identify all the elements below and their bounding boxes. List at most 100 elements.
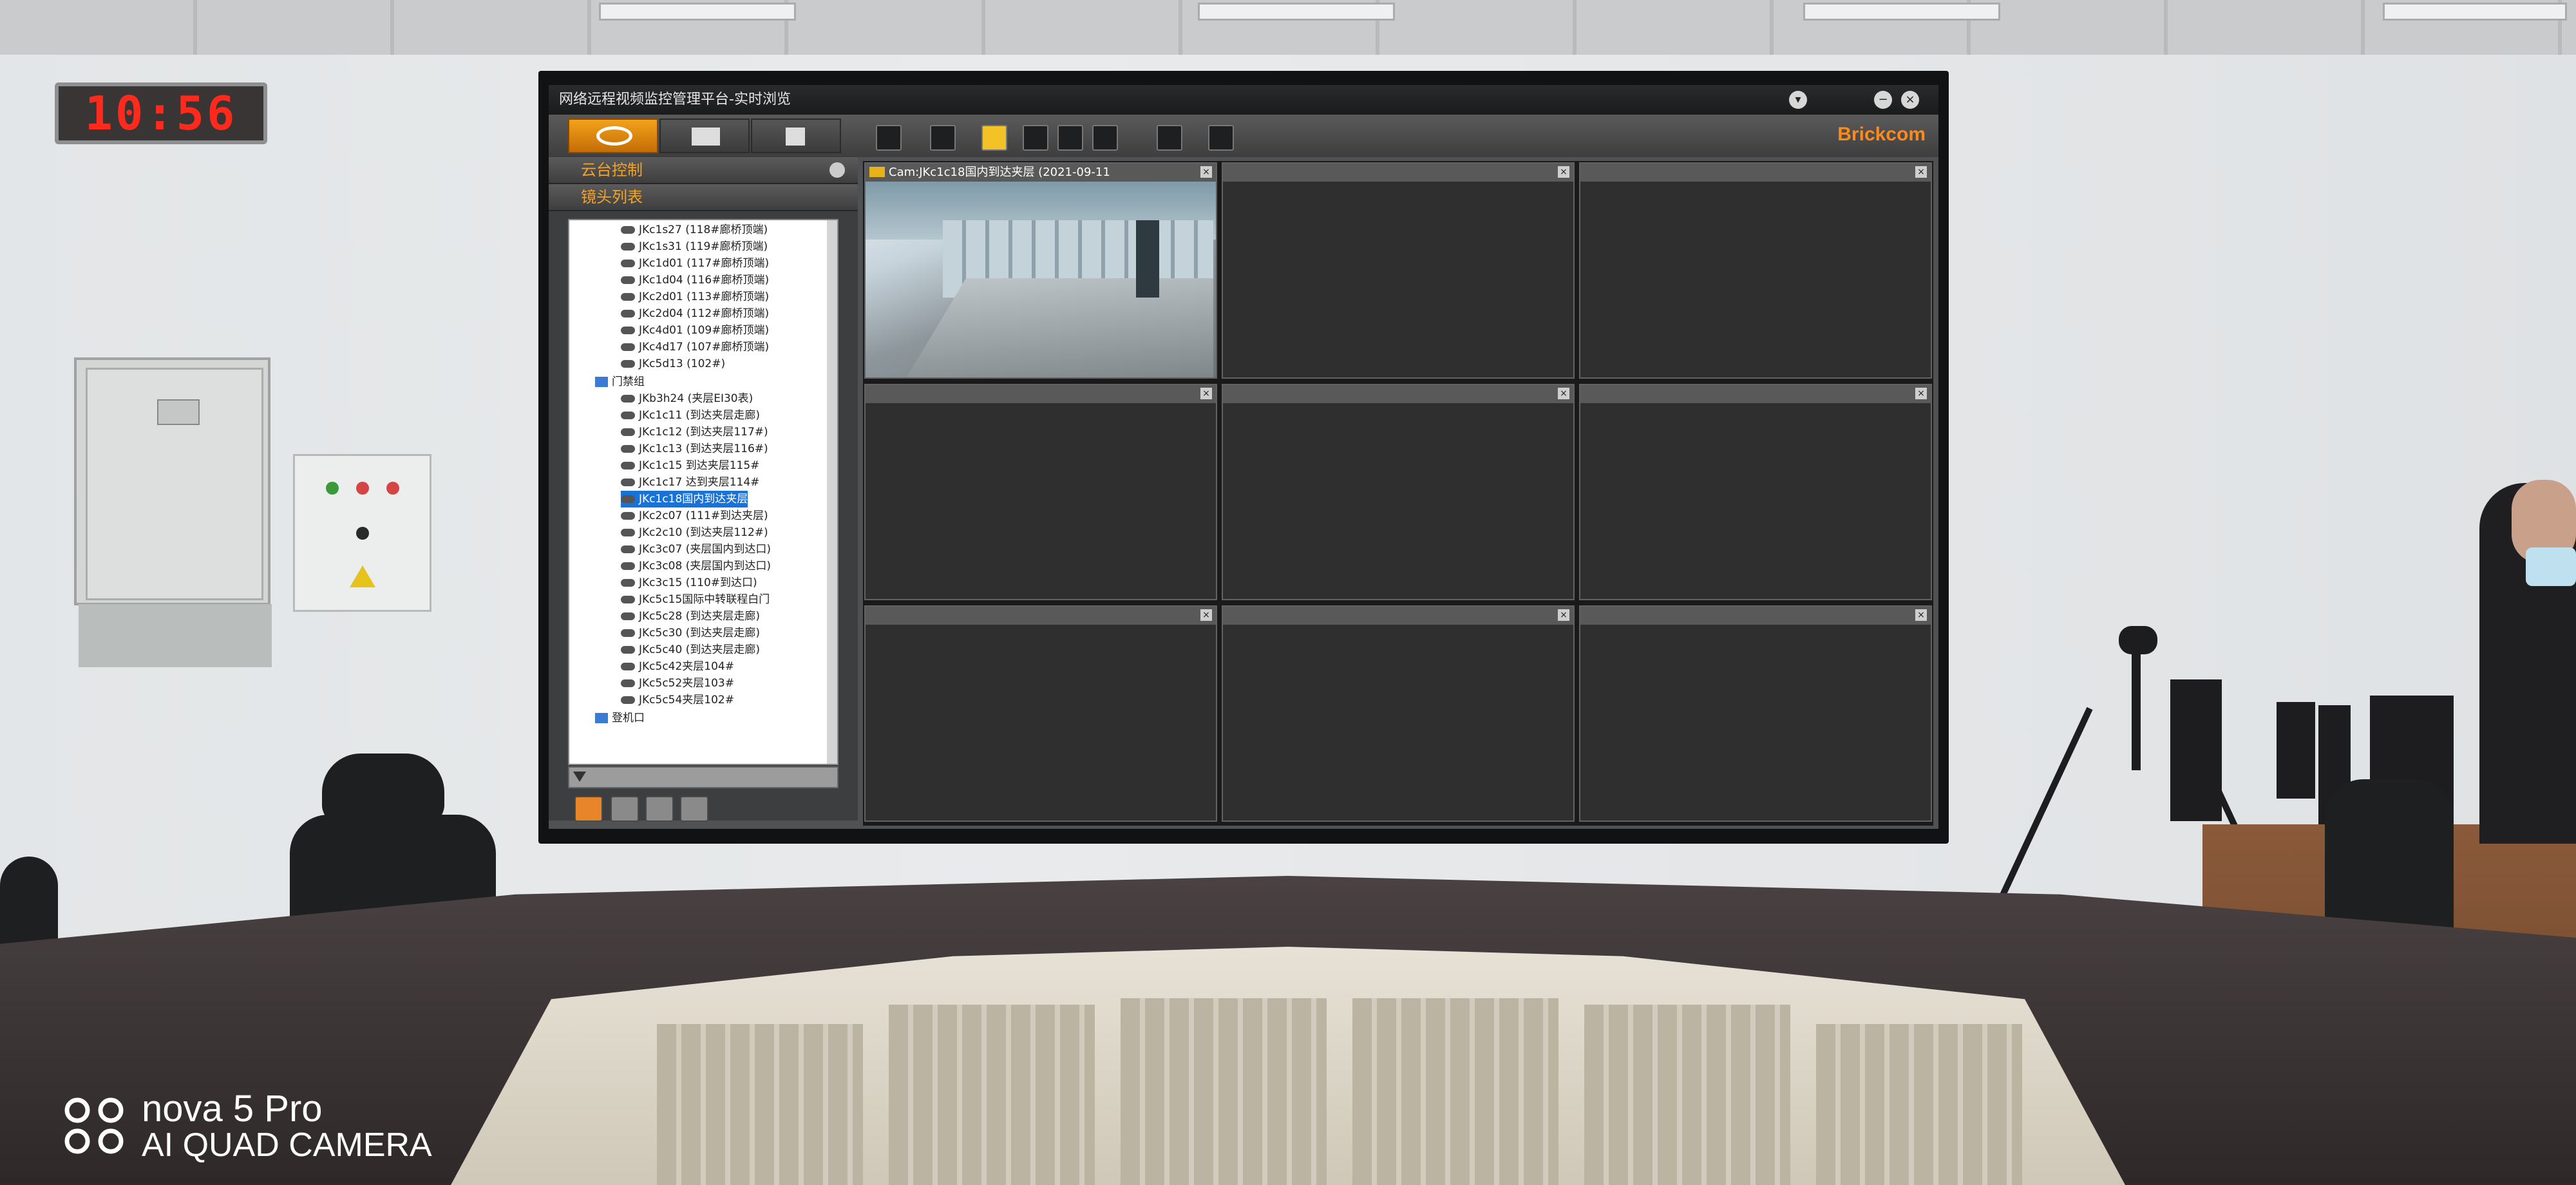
tree-item[interactable]: JKc1d04 (116#廊桥顶端) xyxy=(621,272,769,289)
camera-button[interactable] xyxy=(645,796,674,822)
tree-group[interactable]: 门禁组 xyxy=(595,374,645,390)
close-button[interactable]: × xyxy=(1901,91,1919,109)
close-icon[interactable]: × xyxy=(1558,388,1569,399)
layout-1-icon[interactable] xyxy=(876,125,902,151)
tree-item[interactable]: JKc1s31 (119#廊桥顶端) xyxy=(621,238,768,255)
tree-item[interactable]: JKc1c17 达到夹层114# xyxy=(621,474,759,491)
cell-titlebar: × xyxy=(1223,607,1573,625)
tree-item[interactable]: JKc5c15国际中转联程白门 xyxy=(621,591,770,608)
tree-item[interactable]: JKc3c08 (夹层国内到达口) xyxy=(621,558,771,574)
screen-wall-icon[interactable] xyxy=(1208,125,1234,151)
tree-item[interactable]: JKc2d04 (112#廊桥顶端) xyxy=(621,305,769,322)
tab-live-view[interactable] xyxy=(568,118,658,153)
record-icon[interactable] xyxy=(1057,125,1083,151)
layout-9-icon[interactable] xyxy=(981,125,1007,151)
tree-item[interactable]: JKc5c52夹层103# xyxy=(621,675,734,692)
minimize-button[interactable]: − xyxy=(1874,91,1892,109)
video-cell-active[interactable]: Cam:JKc1c18国内到达夹层 (2021-09-11 × xyxy=(864,162,1217,379)
tree-item[interactable]: JKc5c42夹层104# xyxy=(621,658,734,675)
video-cell[interactable]: × xyxy=(864,384,1217,600)
red-lamp-icon xyxy=(356,482,369,495)
tree-item[interactable]: JKc4d01 (109#廊桥顶端) xyxy=(621,322,769,339)
tree-item[interactable]: JKc3c07 (夹层国内到达口) xyxy=(621,541,771,558)
window-title: 网络远程视频监控管理平台-实时浏览 xyxy=(559,91,791,108)
tree-group[interactable]: 登机口 xyxy=(595,710,645,726)
camera-icon xyxy=(621,445,635,453)
tree-scrollbar[interactable] xyxy=(827,220,837,764)
close-icon[interactable]: × xyxy=(1558,609,1569,621)
camera-icon xyxy=(621,310,635,318)
tree-item[interactable]: JKc4d17 (107#廊桥顶端) xyxy=(621,339,769,356)
tree-item[interactable]: JKc2d01 (113#廊桥顶端) xyxy=(621,289,769,305)
switch-icon xyxy=(356,527,369,540)
camera-list-header[interactable]: 镜头列表 xyxy=(549,184,858,211)
folder-icon xyxy=(595,713,608,723)
close-icon[interactable]: × xyxy=(1558,166,1569,178)
close-icon[interactable]: × xyxy=(1915,166,1927,178)
tree-item[interactable]: JKc1c12 (到达夹层117#) xyxy=(621,424,768,441)
video-cell[interactable]: × xyxy=(1579,384,1932,600)
camera-icon xyxy=(621,260,635,267)
cell-titlebar: Cam:JKc1c18国内到达夹层 (2021-09-11 × xyxy=(866,164,1216,182)
collapse-icon[interactable] xyxy=(829,162,845,178)
camera-icon xyxy=(621,495,635,503)
camera-list-label: 镜头列表 xyxy=(581,188,643,206)
tree-item[interactable]: JKc5c40 (到达夹层走廊) xyxy=(621,641,760,658)
tree-item[interactable]: JKc1c13 (到达夹层116#) xyxy=(621,441,768,457)
monitor-icon[interactable] xyxy=(1157,125,1182,151)
close-icon[interactable]: × xyxy=(1200,388,1212,399)
close-icon[interactable]: × xyxy=(1915,609,1927,621)
tree-item[interactable]: JKc2c10 (到达夹层112#) xyxy=(621,524,768,541)
ceiling-light xyxy=(2383,3,2567,21)
close-icon[interactable]: × xyxy=(1200,166,1212,178)
video-cell[interactable]: × xyxy=(1579,162,1932,379)
face-mask xyxy=(2526,547,2576,586)
tree-item-selected[interactable]: JKc1c18国内到达夹层 xyxy=(621,491,748,507)
ceiling-light xyxy=(599,3,796,21)
cabinet-door xyxy=(86,368,263,600)
electrical-cabinet xyxy=(74,357,270,605)
snapshot-icon[interactable] xyxy=(1092,125,1118,151)
dropdown-icon[interactable]: ▾ xyxy=(1789,91,1807,109)
layout-2-icon[interactable] xyxy=(930,125,956,151)
camera-feed xyxy=(866,182,1216,377)
camera-icon xyxy=(621,276,635,284)
cell-titlebar: × xyxy=(1223,164,1573,182)
video-cell[interactable]: × xyxy=(1222,384,1575,600)
tree-item[interactable]: JKc5c28 (到达夹层走廊) xyxy=(621,608,760,625)
camera-tree: JKc1s27 (118#廊桥顶端) JKc1s31 (119#廊桥顶端) JK… xyxy=(568,219,838,765)
list-button[interactable] xyxy=(611,796,639,822)
camera-brand-logo xyxy=(64,1097,124,1154)
tree-item[interactable]: JKc5d13 (102#) xyxy=(621,356,725,372)
camera-icon xyxy=(621,696,635,704)
camera-icon xyxy=(621,479,635,486)
video-cell[interactable]: × xyxy=(1579,605,1932,822)
green-lamp-icon xyxy=(326,482,339,495)
camera-icon xyxy=(621,545,635,553)
close-icon[interactable]: × xyxy=(1200,609,1212,621)
settings-button[interactable] xyxy=(680,796,708,822)
tree-item[interactable]: JKc1s27 (118#廊桥顶端) xyxy=(621,222,768,238)
tree-item[interactable]: JKc5c30 (到达夹层走廊) xyxy=(621,625,760,641)
layout-16-icon[interactable] xyxy=(1023,125,1048,151)
preset-button[interactable] xyxy=(574,796,603,822)
tree-item[interactable]: JKc5c54夹层102# xyxy=(621,692,734,708)
tree-item[interactable]: JKc1c15 到达夹层115# xyxy=(621,457,759,474)
tree-item[interactable]: JKc1c11 (到达夹层走廊) xyxy=(621,407,760,424)
video-cell[interactable]: × xyxy=(1222,162,1575,379)
ptz-header[interactable]: 云台控制 xyxy=(549,157,858,184)
tree-item[interactable]: JKc1d01 (117#廊桥顶端) xyxy=(621,255,769,272)
cell-titlebar: × xyxy=(866,385,1216,403)
tree-item[interactable]: JKb3h24 (夹层EI30表) xyxy=(621,390,753,407)
tree-item[interactable]: JKc3c15 (110#到达口) xyxy=(621,574,757,591)
tab-playback[interactable] xyxy=(659,118,750,153)
video-cell[interactable]: × xyxy=(1222,605,1575,822)
close-icon[interactable]: × xyxy=(1915,388,1927,399)
tab-config[interactable] xyxy=(751,118,841,153)
chair-headrest xyxy=(322,754,444,824)
video-cell[interactable]: × xyxy=(864,605,1217,822)
camera-icon xyxy=(621,562,635,570)
tree-item[interactable]: JKc2c07 (111#到达夹层) xyxy=(621,507,768,524)
filter-input[interactable] xyxy=(568,766,838,788)
camera-icon xyxy=(621,412,635,419)
